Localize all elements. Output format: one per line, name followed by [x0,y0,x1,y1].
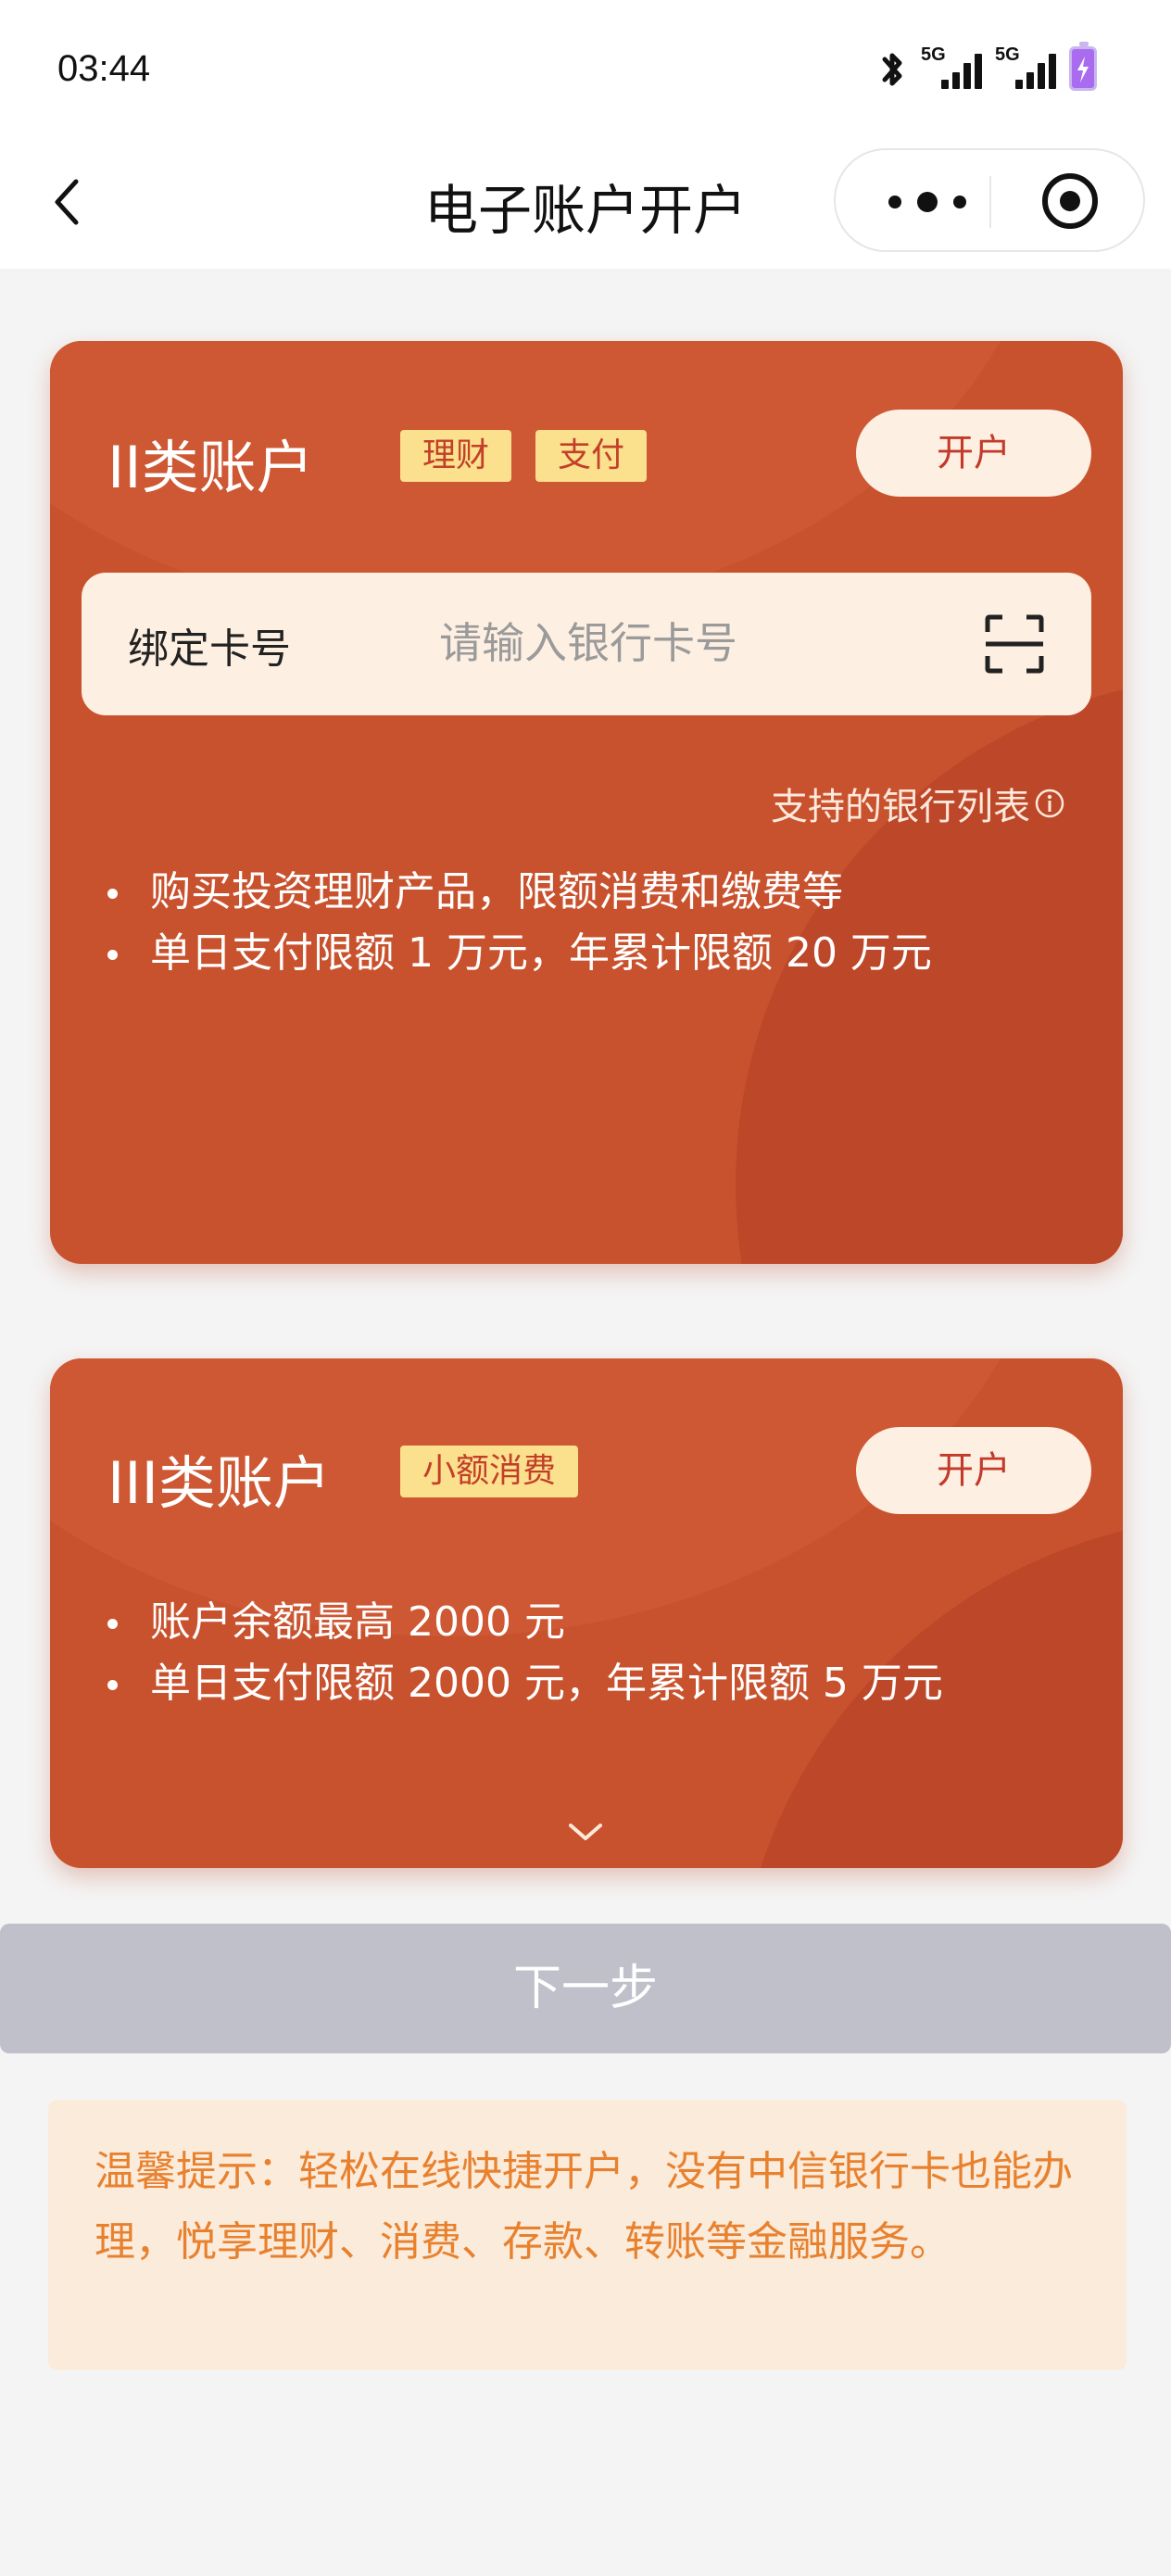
tip-box: 温馨提示：轻松在线快捷开户，没有中信银行卡也能办理，悦享理财、消费、存款、转账等… [48,2100,1127,2370]
nav-bar: 电子账户开户 [0,148,1171,269]
class-3-account-card: III类账户 小额消费 开户 账户余额最高 2000 元 单日支付限额 2000… [50,1358,1123,1868]
scan-icon[interactable] [984,613,1045,675]
close-target-icon[interactable] [1039,170,1101,232]
open-account-button[interactable]: 开户 [856,1427,1091,1514]
bind-card-label: 绑定卡号 [128,625,291,673]
battery-charging-icon [1069,42,1097,91]
list-item: 购买投资理财产品，限额消费和缴费等 [107,862,932,923]
tag-small-consumption: 小额消费 [400,1446,579,1497]
tip-text: 温馨提示：轻松在线快捷开户，没有中信银行卡也能办理，悦享理财、消费、存款、转账等… [94,2148,1073,2266]
tag-wealth: 理财 [400,430,512,482]
list-item: 单日支付限额 1 万元，年累计限额 20 万元 [107,923,932,984]
signal-icon: 5G [995,44,1056,91]
bluetooth-icon [882,53,902,86]
card-number-input[interactable] [439,610,921,676]
chevron-down-icon[interactable] [565,1820,606,1844]
list-item: 单日支付限额 2000 元，年累计限额 5 万元 [107,1653,943,1714]
tag-payment: 支付 [535,430,648,482]
capsule-divider [989,176,991,228]
signal-icon: 5G [921,44,982,91]
open-account-button[interactable]: 开户 [856,410,1091,497]
status-bar: 03:44 5G 5G [0,0,1171,148]
more-icon[interactable] [876,183,978,221]
next-step-button[interactable]: 下一步 [0,1924,1171,2053]
card-title: III类账户 [107,1449,331,1517]
supported-banks-label: 支持的银行列表 [771,786,1030,828]
supported-banks-link[interactable]: 支持的银行列表 [771,777,1065,830]
feature-list: 账户余额最高 2000 元 单日支付限额 2000 元，年累计限额 5 万元 [107,1592,943,1714]
info-icon [1035,789,1064,818]
list-item: 账户余额最高 2000 元 [107,1592,943,1653]
status-time: 03:44 [57,48,151,89]
bind-card-row: 绑定卡号 [82,573,1091,715]
status-icons: 5G 5G [876,42,1097,91]
class-2-account-card: II类账户 理财 支付 开户 绑定卡号 支持的银行列表 购买投资理财产品，限额消… [50,341,1123,1264]
feature-list: 购买投资理财产品，限额消费和缴费等 单日支付限额 1 万元，年累计限额 20 万… [107,862,932,984]
card-title: II类账户 [107,434,314,501]
mini-program-capsule [834,148,1145,252]
